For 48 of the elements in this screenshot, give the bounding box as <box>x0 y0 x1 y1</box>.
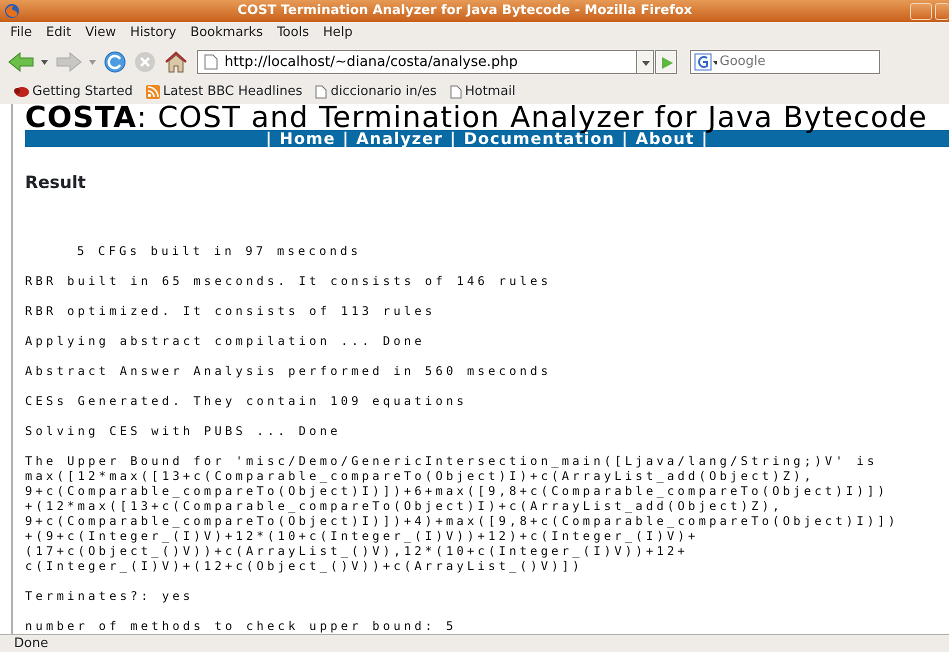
output-text: Solving CES with PUBS ... Done <box>25 424 342 439</box>
output-text: 5 CFGs built in 97 mseconds <box>76 244 362 259</box>
page-icon <box>204 54 218 70</box>
menu-item[interactable]: View <box>78 21 124 45</box>
output-text: Terminates?: yes <box>25 589 194 604</box>
status-bar: Done <box>0 634 949 652</box>
menu-item[interactable]: Bookmarks <box>183 21 270 45</box>
bookmark-link[interactable]: Hotmail <box>464 82 516 102</box>
home-icon[interactable] <box>164 50 188 74</box>
nav-link[interactable]: Analyzer <box>356 129 443 148</box>
minimize-button[interactable] <box>910 2 932 20</box>
forward-icon[interactable] <box>54 51 82 73</box>
brand-text: COSTA <box>25 104 137 134</box>
dropdown-icon[interactable] <box>41 60 48 64</box>
menu-item[interactable]: File <box>3 21 40 45</box>
page-icon <box>315 85 328 99</box>
output-text: The Upper Bound for 'misc/Demo/GenericIntersection_main([Ljava/lang/String;)V' is max([12*max([13+c(Comparable_compareTo(Object)I)+c(ArrayList_add(Object)Z), 9+c(Comparable_compareTo(Object)I)])+6+max([9,8+c(Comparable_compareTo(Object)I)]) +(12*max([13+c(Comparable_compareTo(Object)I)+c(ArrayList_add(Object)Z), 9+c(Comparable_compareTo(Object)I)])+4)+max([9,8+c(Comparable_compareTo(Object)I)]) +(9+c(Integer_(I)V)+12*(10+c(Integer_(I)V))+12)+c(Integer_(I)V)+ (17+c(Object_()V))+c(ArrayList_()V),12*(10+c(Integer_(I)V))+12+ c(Integer_(I)V)+(12+c(Object_()V))+c(ArrayList_()V)]) <box>25 454 900 574</box>
output-text: RBR built in 65 mseconds. It consists of 146 rules <box>25 274 552 289</box>
bookmark-link[interactable]: diccionario in/es <box>330 82 437 102</box>
nav-separator: | <box>342 129 350 148</box>
go-icon[interactable] <box>655 50 678 74</box>
search-field[interactable]: Google <box>716 52 880 72</box>
maximize-button[interactable] <box>935 2 949 20</box>
address-bar[interactable]: http://localhost/~diana/costa/analyse.php <box>197 50 638 74</box>
menu-item[interactable]: Help <box>316 21 360 45</box>
output-text: Abstract Answer Analysis performed in 560 mseconds <box>25 364 552 379</box>
output-text: number of methods to check upper bound: 5 <box>25 619 458 634</box>
menu-item[interactable]: Edit <box>39 21 78 45</box>
back-icon[interactable] <box>6 51 34 73</box>
section-heading: Result <box>25 172 87 194</box>
menu-item[interactable]: History <box>123 21 184 45</box>
dropdown-icon[interactable] <box>636 50 654 74</box>
search-engine-icon[interactable] <box>694 53 717 71</box>
page-icon <box>450 85 462 99</box>
menu-item[interactable]: Tools <box>270 21 316 45</box>
bookmark-link[interactable]: Latest BBC Headlines <box>163 82 302 102</box>
bookmark-icon <box>13 85 29 99</box>
address-field[interactable]: http://localhost/~diana/costa/analyse.php <box>222 52 636 72</box>
feed-icon <box>146 85 160 99</box>
nav-link[interactable]: About <box>636 129 694 148</box>
output-text: CESs Generated. They contain 109 equations <box>25 394 468 409</box>
output-text: Applying abstract compilation ... Done <box>25 334 426 349</box>
search-box[interactable]: Google <box>690 50 880 74</box>
window-title: COST Termination Analyzer for Java Bytecode - Mozilla Firefox <box>236 2 694 20</box>
nav-link[interactable]: Home <box>280 129 336 148</box>
bookmark-link[interactable]: Getting Started <box>32 82 133 102</box>
output-text: RBR optimized. It consists of 113 rules <box>25 304 436 319</box>
reload-icon[interactable] <box>102 50 126 74</box>
